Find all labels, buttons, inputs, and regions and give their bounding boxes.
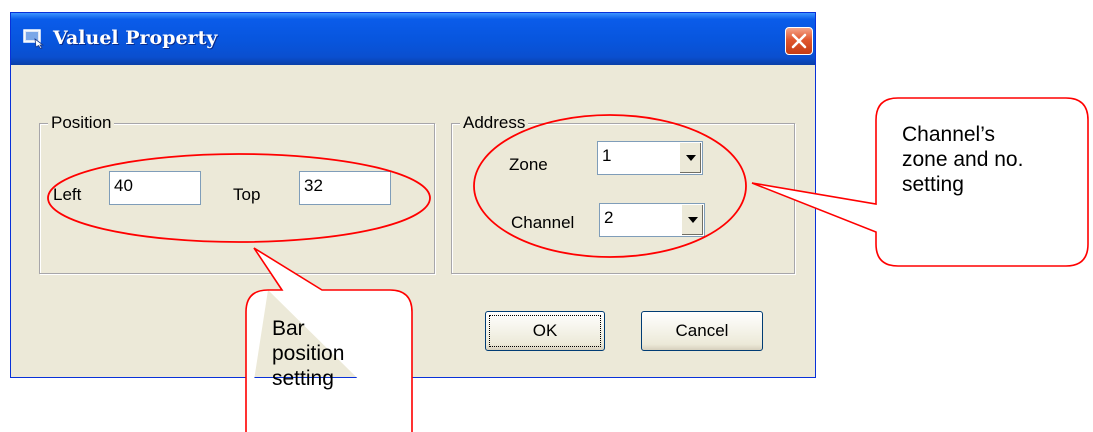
- zone-dropdown-button[interactable]: [679, 143, 701, 173]
- left-input[interactable]: 40: [109, 171, 201, 205]
- channel-select[interactable]: 2: [599, 203, 705, 237]
- focus-rectangle: [489, 315, 601, 347]
- callout-line: setting: [272, 367, 334, 390]
- top-input[interactable]: 32: [299, 171, 391, 205]
- close-button[interactable]: [785, 27, 813, 55]
- cancel-button[interactable]: Cancel: [641, 311, 763, 351]
- channel-select-value: 2: [604, 208, 614, 227]
- property-dialog: Valuel Property Position Left 40 Top 32 …: [10, 12, 816, 378]
- dialog-title: Valuel Property: [53, 27, 218, 49]
- title-bar[interactable]: Valuel Property: [11, 13, 815, 65]
- callout-line: zone and no.: [902, 148, 1024, 171]
- zone-select-value: 1: [602, 146, 612, 165]
- channel-setting-callout-text: Channel’s zone and no. setting: [902, 122, 1023, 197]
- address-group-legend: Address: [460, 113, 529, 133]
- left-label: Left: [53, 185, 82, 204]
- bar-position-callout-text: Bar position setting: [272, 316, 344, 391]
- channel-label: Channel: [511, 213, 575, 232]
- position-group-legend: Position: [48, 113, 115, 133]
- close-icon: [791, 33, 807, 49]
- callout-line: Bar: [272, 317, 305, 340]
- callout-line: position: [272, 342, 345, 365]
- chevron-down-icon: [688, 217, 698, 223]
- callout-line: setting: [902, 173, 964, 196]
- ok-button[interactable]: OK: [485, 311, 605, 351]
- callout-line: Channel’s: [902, 123, 996, 146]
- chevron-down-icon: [686, 155, 696, 161]
- channel-dropdown-button[interactable]: [681, 205, 703, 235]
- window-app-icon: [23, 29, 45, 49]
- cancel-button-label: Cancel: [675, 321, 729, 340]
- top-label: Top: [233, 185, 261, 204]
- zone-select[interactable]: 1: [597, 141, 703, 175]
- zone-label: Zone: [509, 155, 548, 174]
